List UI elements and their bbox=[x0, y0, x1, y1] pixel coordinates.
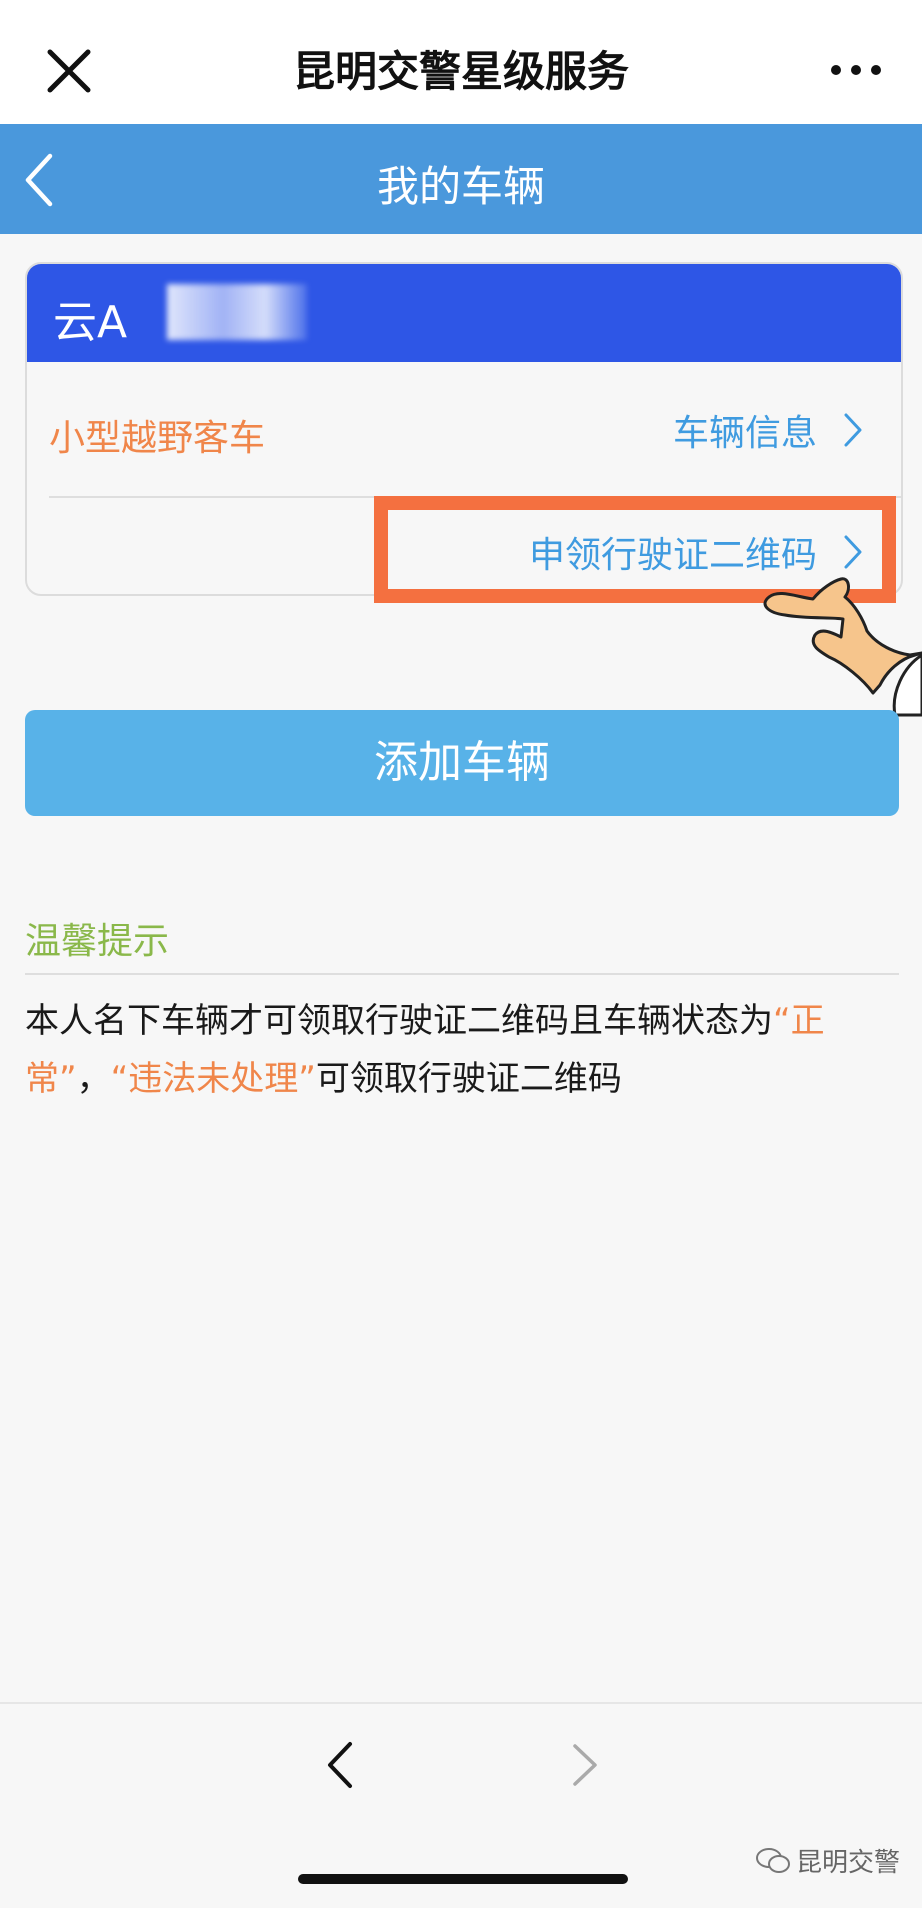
page-title: 我的车辆 bbox=[376, 162, 545, 211]
tip-divider bbox=[25, 973, 899, 975]
vehicle-card-header: 云A bbox=[27, 264, 901, 362]
browser-back-icon[interactable] bbox=[325, 1740, 355, 1790]
vehicle-info-label: 车辆信息 bbox=[672, 413, 817, 454]
home-indicator bbox=[298, 1874, 628, 1884]
vehicle-type: 小型越野客车 bbox=[49, 418, 266, 459]
plate-number: 云A bbox=[53, 297, 128, 348]
tip-text-part-1: 本人名下车辆才可领取行驶证二维码且车辆状态为 bbox=[25, 1001, 773, 1041]
app-title: 昆明交警星级服务 bbox=[292, 47, 629, 96]
tip-quote-violation: “违法未处理” bbox=[110, 1059, 316, 1099]
chevron-right-icon bbox=[844, 413, 862, 447]
more-icon[interactable] bbox=[828, 60, 884, 80]
pointing-hand-icon bbox=[763, 577, 922, 717]
add-vehicle-button[interactable]: 添加车辆 bbox=[25, 710, 899, 816]
vehicle-info-link[interactable]: 车辆信息 bbox=[673, 404, 863, 456]
tip-text-part-2: 可领取行驶证二维码 bbox=[315, 1059, 622, 1099]
browser-forward-icon[interactable] bbox=[570, 1742, 600, 1788]
watermark: 昆明交警 bbox=[756, 1842, 900, 1879]
tip-title: 温馨提示 bbox=[25, 921, 170, 962]
watermark-text: 昆明交警 bbox=[796, 1848, 901, 1878]
tip-separator: ， bbox=[76, 1059, 111, 1099]
tip-text: 本人名下车辆才可领取行驶证二维码且车辆状态为“正常”，“违法未处理”可领取行驶证… bbox=[25, 992, 905, 1108]
wechat-icon bbox=[756, 1847, 790, 1873]
plate-blur-mask bbox=[167, 284, 307, 340]
